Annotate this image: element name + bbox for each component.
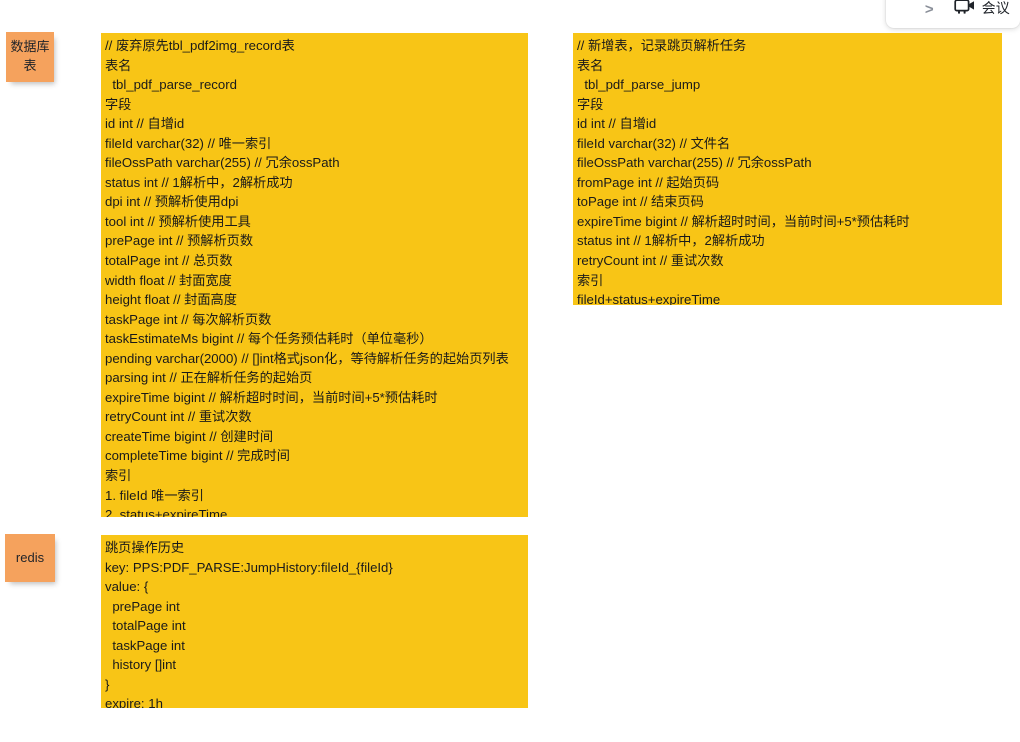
floating-toolbar: > 会议 — [886, 0, 1020, 28]
note-line: history []int — [105, 657, 177, 673]
whiteboard-canvas: > 会议 数据库 表 redis // 废弃原先tbl_pdf2img_reco… — [0, 0, 1020, 742]
note-line: parsing int // 正在解析任务的起始页 — [105, 370, 313, 386]
note-line: totalPage int — [105, 618, 186, 634]
note-pdf-parse-jump[interactable]: // 新增表，记录跳页解析任务 表名 tbl_pdf_parse_jump 字段 id… — [573, 33, 1002, 305]
note-line: 索引 — [105, 468, 132, 484]
note-line: id int // 自增id — [105, 116, 185, 132]
note-line: expireTime bigint // 解析超时时间，当前时间+5*预估耗时 — [105, 389, 438, 405]
note-line: prePage int — [105, 598, 180, 614]
note-line: id int // 自增id — [577, 116, 657, 132]
chevron-right-icon[interactable]: > — [919, 0, 940, 21]
note-line: tbl_pdf_parse_record — [105, 77, 237, 93]
note-line: completeTime bigint // 完成时间 — [105, 448, 290, 464]
sticky-line: 表 — [23, 58, 37, 73]
note-line: // 废弃原先tbl_pdf2img_record表 — [105, 38, 295, 53]
note-line: width float // 封面宽度 — [105, 272, 232, 288]
note-line: 跳页操作历史 — [105, 540, 185, 555]
note-line: status int // 1解析中，2解析成功 — [105, 174, 293, 190]
note-redis-jump-history[interactable]: 跳页操作历史 key: PPS:PDF_PARSE:JumpHistory:fil… — [101, 535, 528, 708]
video-camera-icon — [953, 0, 976, 20]
note-line: expireTime bigint // 解析超时时间，当前时间+5*预估耗时 — [577, 213, 910, 229]
note-line: taskEstimateMs bigint // 每个任务预估耗时（单位毫秒） — [105, 331, 433, 347]
note-line: value: { — [105, 579, 149, 595]
note-line: retryCount int // 重试次数 — [577, 253, 724, 269]
note-line: } — [105, 676, 110, 692]
note-line: fileOssPath varchar(255) // 冗余ossPath — [105, 155, 340, 171]
note-line: fileId varchar(32) // 唯一索引 — [105, 135, 272, 151]
note-line: createTime bigint // 创建时间 — [105, 428, 274, 444]
note-line: key: PPS:PDF_PARSE:JumpHistory:fileId_{f… — [105, 559, 393, 575]
note-line: fromPage int // 起始页码 — [577, 174, 720, 190]
note-line: fileOssPath varchar(255) // 冗余ossPath — [577, 155, 812, 171]
note-line: 字段 — [105, 96, 132, 112]
meeting-button[interactable]: 会议 — [953, 0, 1010, 22]
note-line: // 新增表，记录跳页解析任务 — [577, 38, 747, 53]
note-line: fileId+status+expireTime — [577, 292, 721, 305]
sticky-line: redis — [15, 549, 45, 565]
note-line: height float // 封面高度 — [105, 292, 237, 308]
note-line: totalPage int // 总页数 — [105, 253, 233, 269]
sticky-note-database-table[interactable]: 数据库 表 — [6, 32, 54, 82]
note-line: 表名 — [105, 57, 132, 73]
note-line: 表名 — [577, 57, 604, 73]
note-line: taskPage int — [105, 637, 185, 653]
note-pdf-parse-record[interactable]: // 废弃原先tbl_pdf2img_record表 表名 tbl_pdf_par… — [101, 33, 528, 517]
note-line: pending varchar(2000) // []int格式json化，等待… — [105, 350, 509, 366]
note-line: 2. status+expireTime — [105, 507, 228, 517]
note-line: tbl_pdf_parse_jump — [577, 77, 701, 93]
note-line: prePage int // 预解析页数 — [105, 233, 254, 249]
note-line: expire: 1h — [105, 696, 163, 708]
meeting-label: 会议 — [981, 0, 1010, 16]
note-line: status int // 1解析中，2解析成功 — [577, 233, 765, 249]
sticky-line: 数据库 — [10, 39, 50, 55]
note-line: fileId varchar(32) // 文件名 — [577, 135, 731, 151]
note-line: 1. fileId 唯一索引 — [105, 487, 204, 503]
note-line: dpi int // 预解析使用dpi — [105, 194, 239, 210]
note-line: taskPage int // 每次解析页数 — [105, 311, 272, 327]
note-line: retryCount int // 重试次数 — [105, 409, 252, 425]
note-line: 字段 — [577, 96, 604, 112]
sticky-note-redis[interactable]: redis — [5, 534, 55, 582]
note-line: toPage int // 结束页码 — [577, 194, 704, 210]
note-line: 索引 — [577, 272, 604, 288]
note-line: tool int // 预解析使用工具 — [105, 213, 251, 229]
